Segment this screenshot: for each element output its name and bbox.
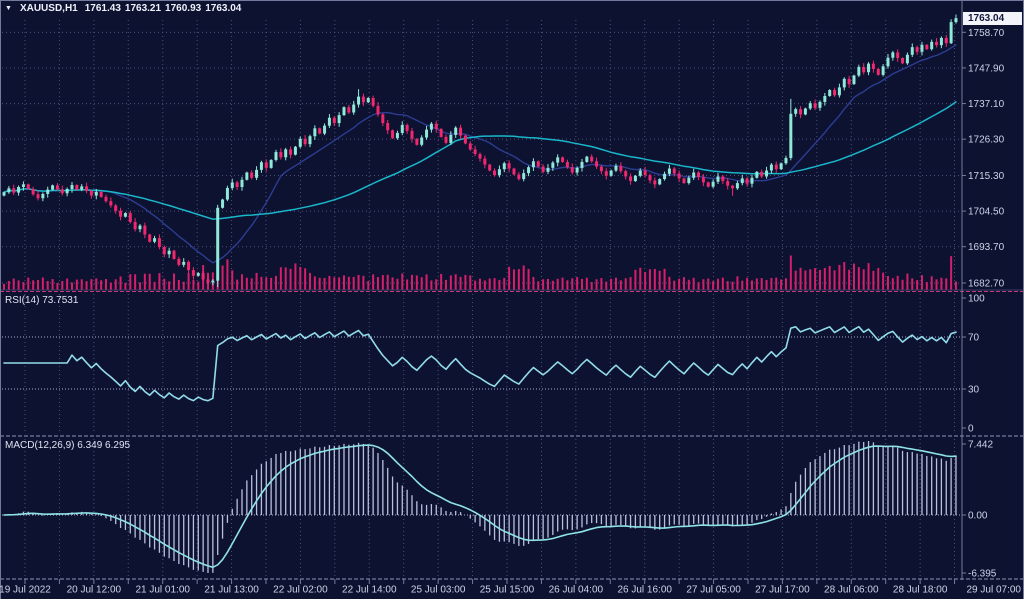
- rsi-pane[interactable]: [0, 292, 961, 435]
- price-axis[interactable]: [962, 0, 1024, 580]
- ohlc-high: 1763.21: [125, 3, 161, 14]
- chart-header: ▼ XAUUSD,H1 1761.43 1763.21 1760.93 1763…: [5, 2, 241, 14]
- trading-chart-window: 1758.701747.901737.101726.301715.301704.…: [0, 0, 1024, 599]
- ohlc-low: 1760.93: [165, 3, 201, 14]
- main-chart-pane[interactable]: [0, 15, 961, 291]
- symbol-label: XAUUSD,H1: [20, 3, 78, 14]
- rsi-indicator-label: RSI(14) 73.7531: [5, 295, 78, 306]
- ohlc-close: 1763.04: [205, 3, 241, 14]
- macd-indicator-label: MACD(12,26,9) 6.349 6.295: [5, 440, 130, 451]
- current-price-tag: 1763.04: [963, 12, 1022, 25]
- macd-pane[interactable]: [0, 437, 961, 579]
- time-axis[interactable]: [0, 580, 1024, 599]
- ohlc-open: 1761.43: [85, 3, 121, 14]
- symbol-dropdown-icon[interactable]: ▼: [5, 5, 12, 12]
